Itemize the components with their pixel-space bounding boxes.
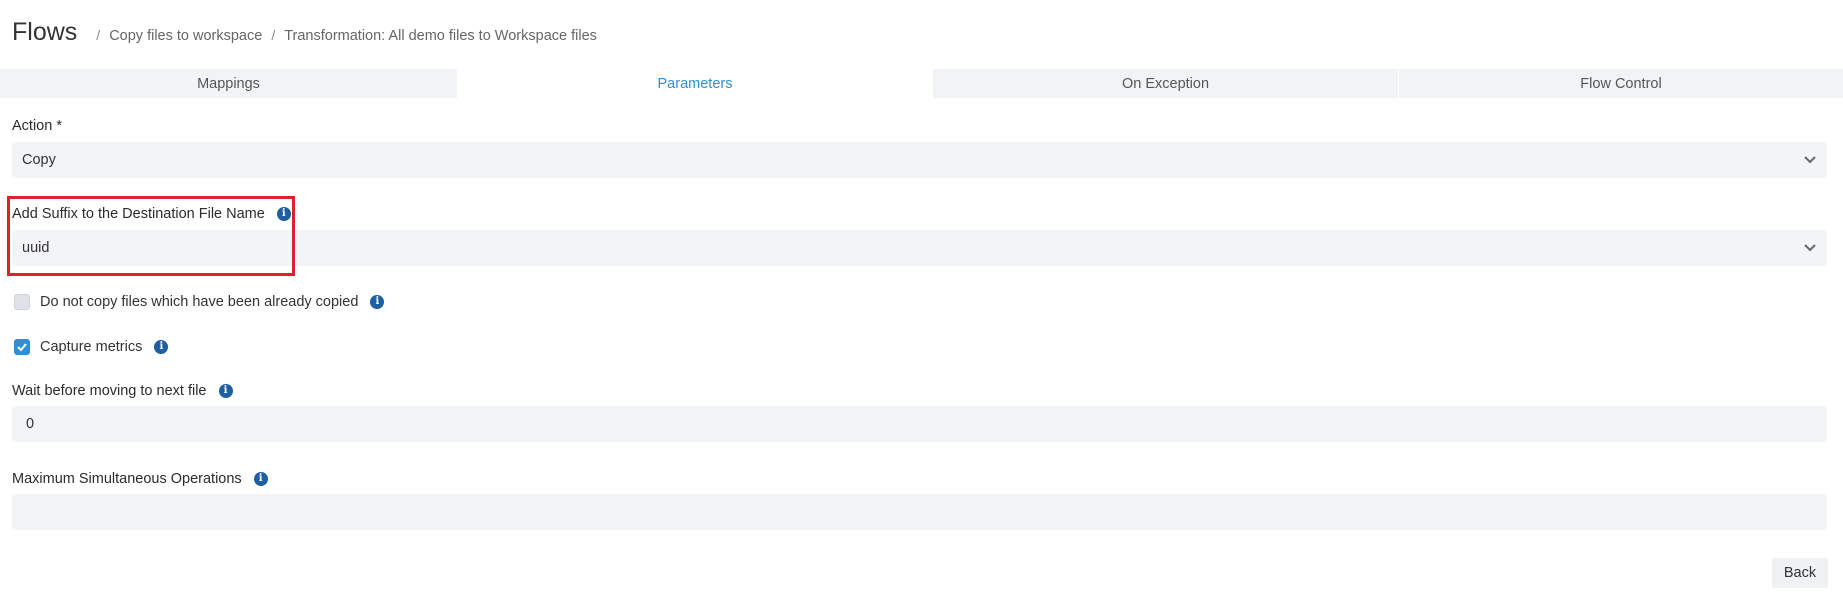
wait-input[interactable]: 0 [12, 406, 1827, 442]
tab-flow-control[interactable]: Flow Control [1398, 69, 1843, 98]
checkmark-icon [17, 343, 27, 352]
page-header: Flows / Copy files to workspace / Transf… [12, 18, 597, 52]
breadcrumb-item-flow[interactable]: Copy files to workspace [109, 28, 262, 44]
breadcrumb-separator: / [96, 27, 101, 43]
capture-metrics-row[interactable]: Capture metrics i [14, 339, 169, 355]
capture-metrics-checkbox[interactable] [14, 339, 30, 355]
max-ops-label: Maximum Simultaneous Operations i [12, 471, 268, 487]
action-select-value: Copy [22, 152, 56, 168]
max-ops-input[interactable] [12, 494, 1827, 530]
action-label: Action * [12, 118, 62, 134]
tab-parameters[interactable]: Parameters [457, 69, 933, 98]
max-ops-label-text: Maximum Simultaneous Operations [12, 471, 242, 487]
action-select[interactable]: Copy [12, 142, 1827, 178]
tab-mappings[interactable]: Mappings [0, 69, 457, 98]
info-icon[interactable]: i [218, 384, 233, 398]
info-icon[interactable]: i [253, 472, 268, 486]
capture-metrics-label: Capture metrics [40, 339, 143, 355]
info-icon[interactable]: i [370, 295, 385, 309]
highlight-box [7, 196, 295, 276]
tab-on-exception[interactable]: On Exception [933, 69, 1398, 98]
wait-input-value: 0 [26, 416, 35, 432]
skip-copied-row[interactable]: Do not copy files which have been alread… [14, 294, 385, 310]
wait-label-text: Wait before moving to next file [12, 383, 207, 399]
back-button[interactable]: Back [1772, 558, 1828, 588]
breadcrumb-separator: / [271, 27, 276, 43]
breadcrumb-item-transformation[interactable]: Transformation: All demo files to Worksp… [284, 28, 597, 44]
tab-bar: Mappings Parameters On Exception Flow Co… [0, 69, 1843, 98]
action-label-text: Action * [12, 118, 62, 134]
info-icon[interactable]: i [154, 340, 169, 354]
chevron-down-icon [1804, 156, 1816, 164]
chevron-down-icon [1804, 244, 1816, 252]
skip-copied-checkbox[interactable] [14, 294, 30, 310]
page-title: Flows [12, 18, 78, 46]
skip-copied-label: Do not copy files which have been alread… [40, 294, 359, 310]
wait-label: Wait before moving to next file i [12, 383, 233, 399]
